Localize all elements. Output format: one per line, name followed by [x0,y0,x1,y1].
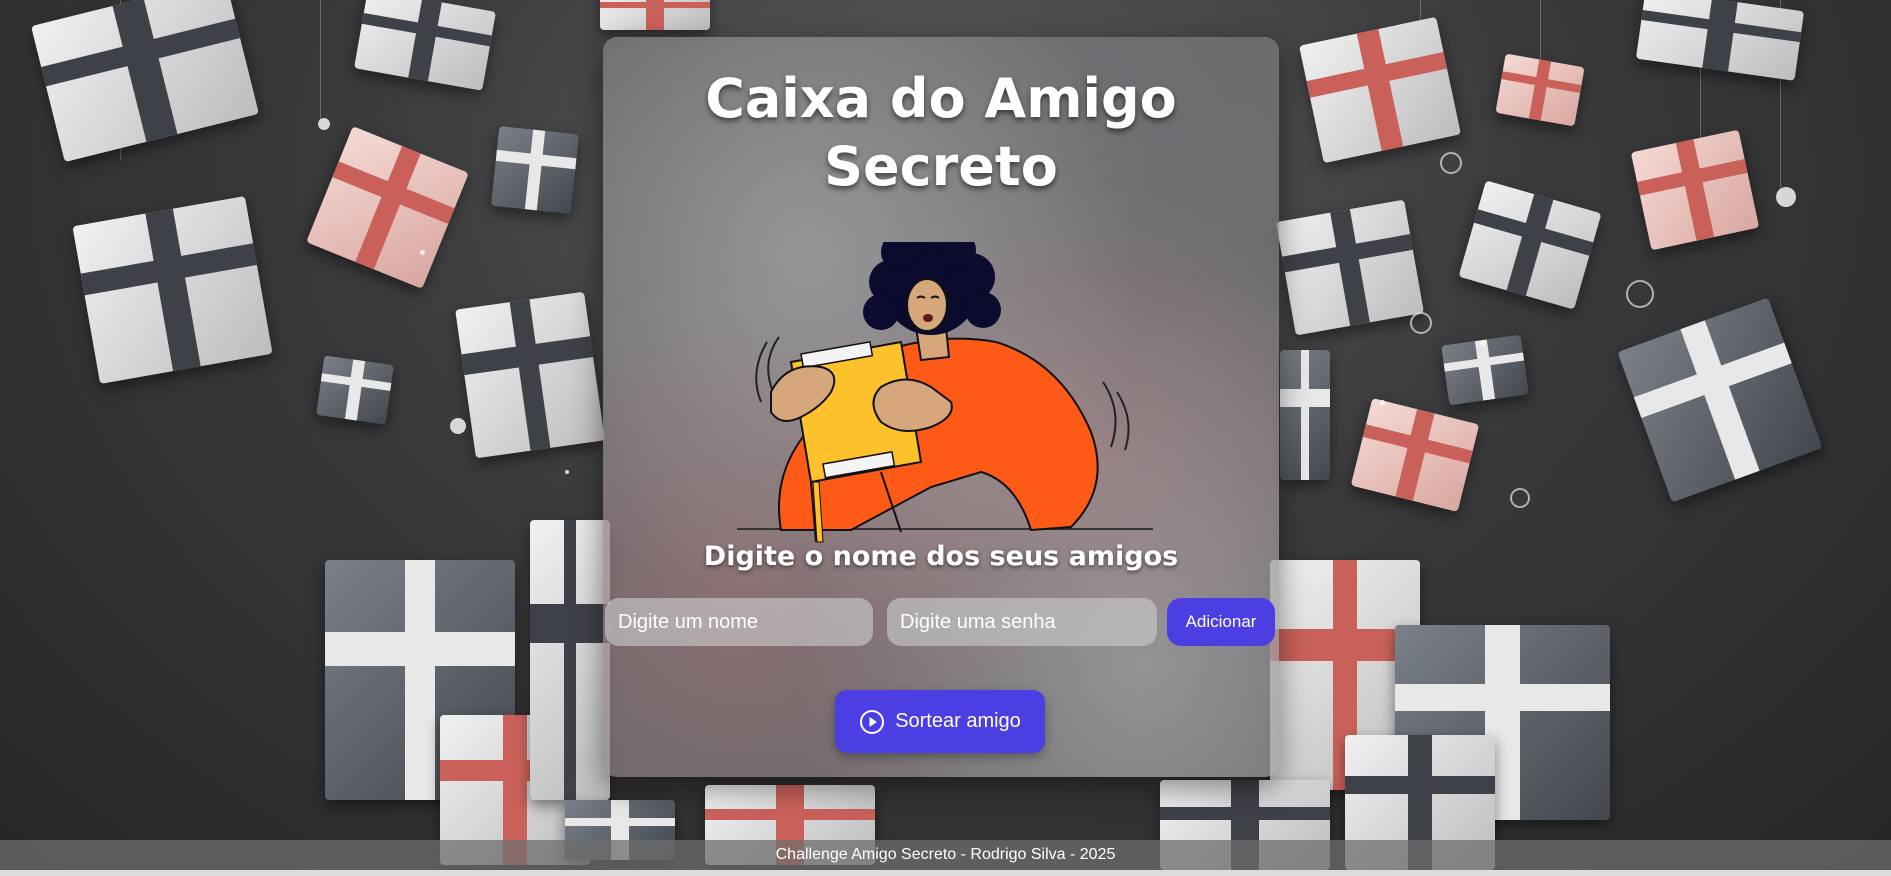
sparkle [1776,187,1796,207]
play-circle-icon [860,709,885,734]
motion-line [755,341,768,403]
gift-box [1630,129,1760,251]
draw-friend-label: Sortear amigo [895,710,1021,732]
secret-friend-card: Caixa do Amigo Secreto Digite o nome dos… [603,37,1279,777]
add-friend-button[interactable]: Adicionar [1167,598,1275,646]
page-bottom-edge [0,870,1891,876]
hanging-string [1540,0,1541,60]
person-opening-gift-illustration [737,242,1153,543]
footer: Challenge Amigo Secreto - Rodrigo Silva … [0,840,1891,870]
ring [1510,488,1530,508]
mouth [923,314,933,322]
gift-box [72,196,273,384]
gift-box [1495,53,1585,127]
sparkle [420,250,425,255]
motion-line [1102,381,1117,448]
instructions-heading: Digite o nome dos seus amigos [703,541,1179,572]
sparkle [1380,400,1385,405]
gift-box [354,0,496,91]
gift-box [600,0,710,30]
password-input[interactable] [887,598,1157,646]
gift-box [316,355,394,425]
gift-box [1276,199,1424,336]
gift-box [31,0,259,163]
draw-friend-button[interactable]: Sortear amigo [835,690,1045,753]
gift-box [1441,334,1529,406]
gift-box [1635,0,1805,81]
sparkle [565,470,569,474]
name-input[interactable] [605,598,873,646]
ring [1626,280,1654,308]
motion-line [1116,391,1130,451]
gift-box [491,126,579,214]
page-title: Caixa do Amigo Secreto [705,67,1177,198]
gift-box [530,520,610,800]
sparkle [1480,340,1486,346]
gift-box [1350,398,1480,512]
gift-box [1617,297,1823,503]
ring [1410,312,1432,334]
hanging-string [320,0,321,120]
gift-box [455,291,605,459]
sparkle [450,418,466,434]
face [906,278,948,332]
gift-box [1280,350,1330,480]
footer-text: Challenge Amigo Secreto - Rodrigo Silva … [775,846,1116,863]
gift-box [306,126,469,289]
ring [1440,152,1462,174]
gift-box [1299,16,1461,164]
sparkle [318,118,330,130]
gift-box [1458,180,1602,310]
